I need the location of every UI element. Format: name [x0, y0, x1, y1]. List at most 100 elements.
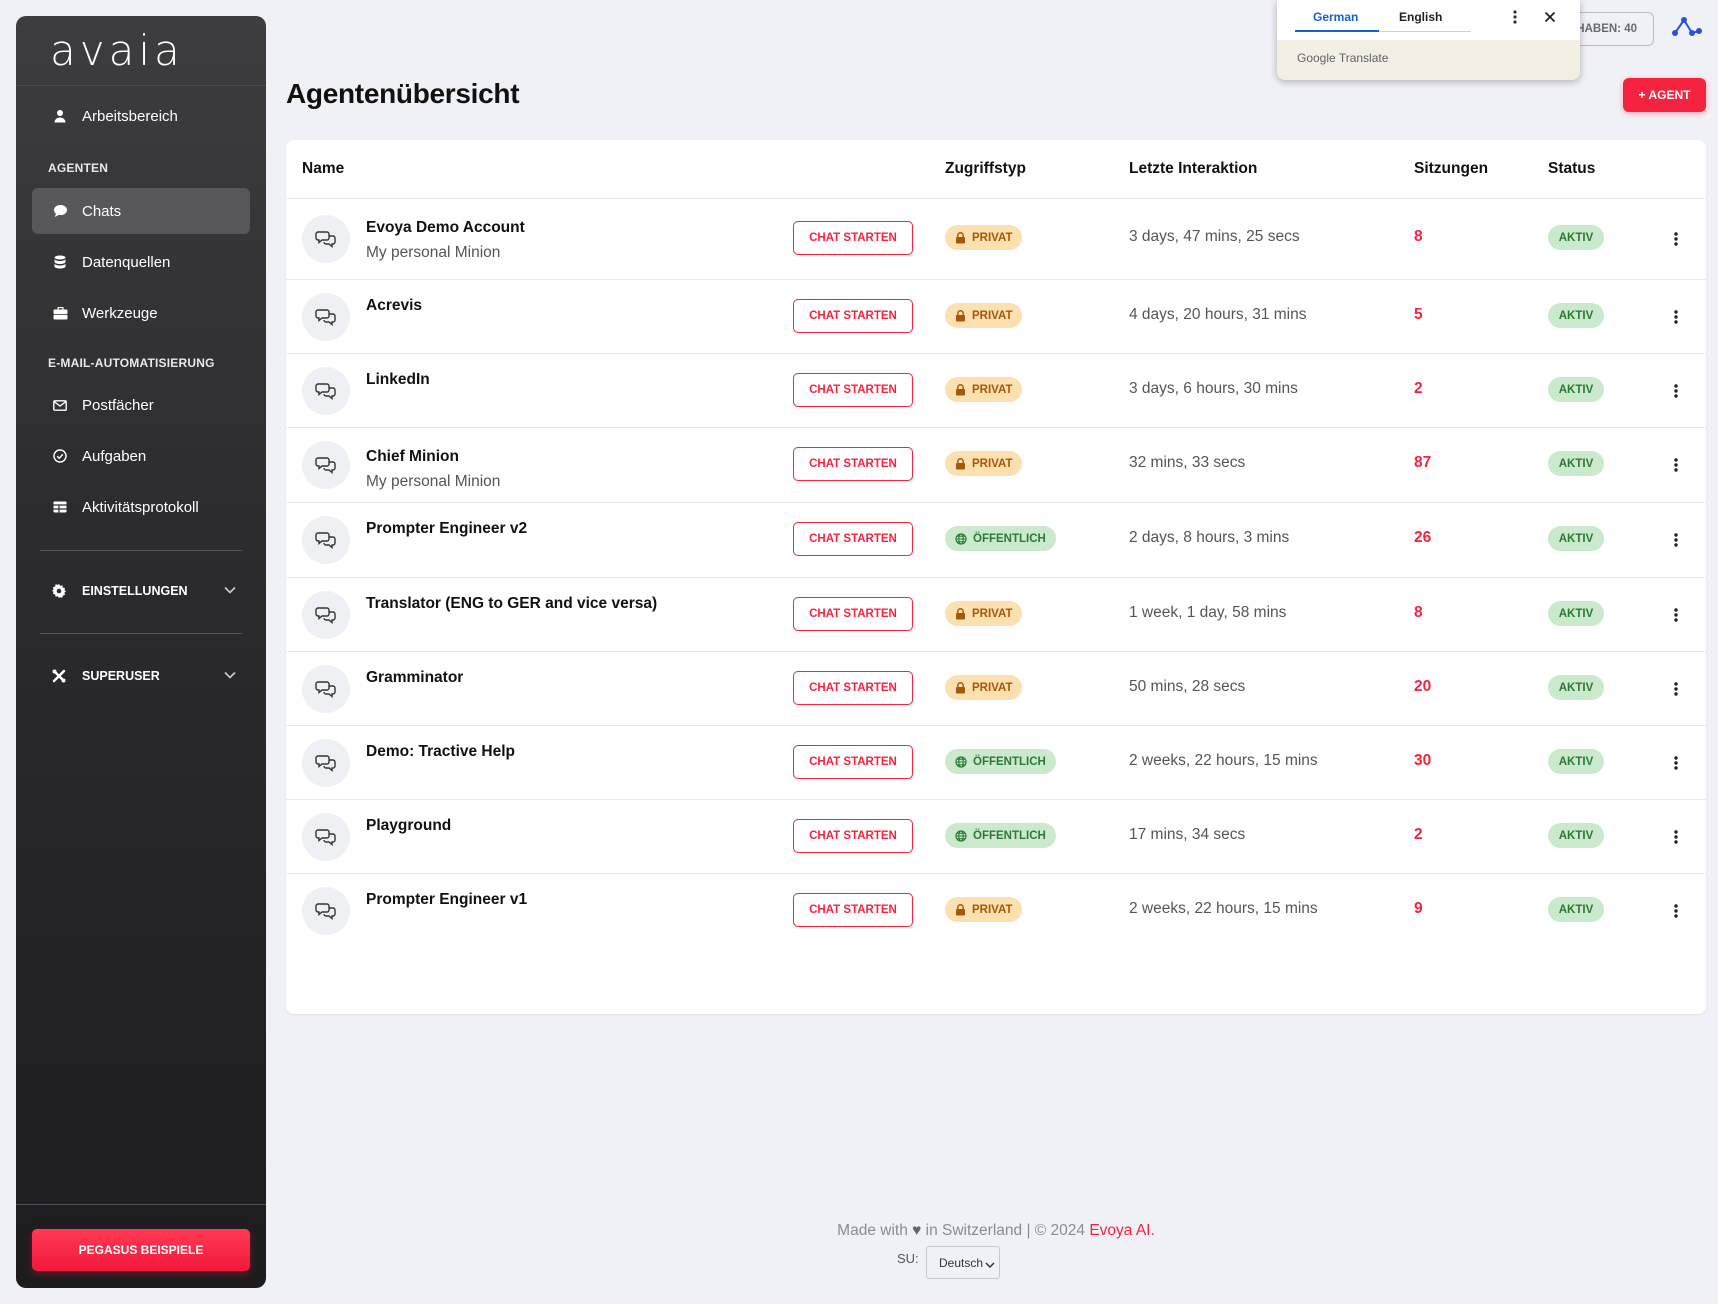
- start-chat-button[interactable]: CHAT STARTEN: [793, 299, 913, 333]
- table-row[interactable]: Translator (ENG to GER and vice versa) C…: [286, 577, 1706, 651]
- sidebar-item-chats[interactable]: Chats: [32, 188, 250, 234]
- access-type-label: ÖFFENTLICH: [973, 829, 1046, 842]
- table-row[interactable]: Evoya Demo Account My personal Minion CH…: [286, 198, 1706, 279]
- sidebar-group-settings[interactable]: EINSTELLUNGEN: [32, 571, 250, 611]
- sidebar-divider: [40, 633, 242, 634]
- sidebar-item-datasources[interactable]: Datenquellen: [32, 239, 250, 285]
- chevron-down-icon: [224, 583, 236, 597]
- access-type-label: PRIVAT: [972, 903, 1013, 916]
- sidebar-item-workspace[interactable]: Arbeitsbereich: [32, 93, 250, 139]
- agent-name[interactable]: Evoya Demo Account: [366, 219, 525, 237]
- sidebar-item-mailboxes[interactable]: Postfächer: [32, 382, 250, 428]
- chat-bubbles-icon: [315, 530, 337, 550]
- more-vertical-icon[interactable]: [1666, 307, 1686, 327]
- lock-icon: [955, 903, 966, 916]
- footer: Made with ♥ in Switzerland | © 2024 Evoy…: [286, 1222, 1706, 1240]
- last-interaction: 3 days, 6 hours, 30 mins: [1129, 380, 1298, 397]
- tab-german[interactable]: German: [1313, 10, 1358, 24]
- agent-name[interactable]: Acrevis: [366, 297, 422, 315]
- column-header-status[interactable]: Status: [1548, 160, 1595, 178]
- agent-description: My personal Minion: [366, 473, 501, 490]
- footer-brand-link[interactable]: Evoya AI: [1089, 1222, 1150, 1239]
- table-row[interactable]: Prompter Engineer v1 CHAT STARTEN PRIVAT…: [286, 873, 1706, 948]
- envelope-icon: [52, 397, 68, 413]
- start-chat-button[interactable]: CHAT STARTEN: [793, 221, 913, 255]
- agent-name[interactable]: LinkedIn: [366, 371, 430, 389]
- chat-bubbles-icon: [315, 605, 337, 625]
- chat-bubbles-icon: [315, 307, 337, 327]
- status-badge: AKTIV: [1548, 377, 1604, 402]
- start-chat-button[interactable]: CHAT STARTEN: [793, 373, 913, 407]
- agent-name[interactable]: Playground: [366, 817, 451, 835]
- sidebar-item-tasks[interactable]: Aufgaben: [32, 433, 250, 479]
- chat-bubble-icon: [52, 203, 68, 219]
- agent-avatar: [302, 665, 350, 713]
- chat-bubbles-icon: [315, 827, 337, 847]
- more-vertical-icon[interactable]: [1666, 455, 1686, 475]
- tab-english[interactable]: English: [1399, 10, 1442, 24]
- start-chat-button[interactable]: CHAT STARTEN: [793, 819, 913, 853]
- table-row[interactable]: Demo: Tractive Help CHAT STARTEN ÖFFENTL…: [286, 725, 1706, 799]
- user-icon: [52, 108, 68, 124]
- translate-header: German English: [1277, 0, 1580, 40]
- more-vertical-icon[interactable]: [1666, 381, 1686, 401]
- table-row[interactable]: LinkedIn CHAT STARTEN PRIVAT 3 days, 6 h…: [286, 353, 1706, 427]
- more-vertical-icon[interactable]: [1666, 530, 1686, 550]
- network-icon[interactable]: [1670, 14, 1704, 49]
- lock-icon: [955, 309, 966, 322]
- access-type-badge: ÖFFENTLICH: [945, 823, 1056, 848]
- start-chat-button[interactable]: CHAT STARTEN: [793, 522, 913, 556]
- column-header-last-interaction[interactable]: Letzte Interaktion: [1129, 160, 1257, 178]
- sidebar-item-tools[interactable]: Werkzeuge: [32, 290, 250, 336]
- session-count: 87: [1414, 454, 1432, 471]
- close-icon[interactable]: [1541, 8, 1559, 31]
- access-type-badge: PRIVAT: [945, 377, 1023, 402]
- more-vertical-icon[interactable]: [1666, 229, 1686, 249]
- table-row[interactable]: Acrevis CHAT STARTEN PRIVAT 4 days, 20 h…: [286, 279, 1706, 353]
- agent-avatar: [302, 367, 350, 415]
- column-header-access[interactable]: Zugriffstyp: [945, 160, 1026, 178]
- agent-avatar: [302, 591, 350, 639]
- more-vertical-icon[interactable]: [1666, 605, 1686, 625]
- agent-name[interactable]: Chief Minion: [366, 448, 459, 466]
- status-badge: AKTIV: [1548, 897, 1604, 922]
- sidebar-item-label: Datenquellen: [82, 253, 171, 271]
- column-header-name[interactable]: Name: [302, 160, 344, 178]
- more-vertical-icon[interactable]: [1666, 753, 1686, 773]
- table-row[interactable]: Chief Minion My personal Minion CHAT STA…: [286, 427, 1706, 502]
- start-chat-button[interactable]: CHAT STARTEN: [793, 597, 913, 631]
- sidebar-item-activitylog[interactable]: Aktivitätsprotokoll: [32, 484, 250, 530]
- table-row[interactable]: Gramminator CHAT STARTEN PRIVAT 50 mins,…: [286, 651, 1706, 725]
- logo[interactable]: avaia: [16, 16, 266, 86]
- more-vertical-icon[interactable]: [1666, 901, 1686, 921]
- sidebar-group-superuser[interactable]: SUPERUSER: [32, 656, 250, 696]
- more-vertical-icon[interactable]: [1666, 679, 1686, 699]
- start-chat-button[interactable]: CHAT STARTEN: [793, 447, 913, 481]
- agent-name[interactable]: Demo: Tractive Help: [366, 743, 515, 761]
- add-agent-button[interactable]: + AGENT: [1623, 78, 1706, 112]
- agent-name[interactable]: Prompter Engineer v1: [366, 891, 527, 909]
- chat-bubbles-icon: [315, 455, 337, 475]
- check-circle-icon: [52, 448, 68, 464]
- table-row[interactable]: Playground CHAT STARTEN ÖFFENTLICH 17 mi…: [286, 799, 1706, 873]
- status-badge: AKTIV: [1548, 451, 1604, 476]
- language-select[interactable]: Deutsch: [926, 1246, 1000, 1279]
- agent-name[interactable]: Translator (ENG to GER and vice versa): [366, 595, 657, 613]
- agent-avatar: [302, 516, 350, 564]
- session-count: 8: [1414, 228, 1423, 245]
- agent-avatar: [302, 215, 350, 263]
- logo-text: avaia: [50, 26, 184, 75]
- start-chat-button[interactable]: CHAT STARTEN: [793, 745, 913, 779]
- more-vertical-icon[interactable]: [1509, 8, 1521, 31]
- agent-name[interactable]: Gramminator: [366, 669, 463, 687]
- sidebar-item-label: Postfächer: [82, 396, 154, 414]
- session-count: 8: [1414, 604, 1423, 621]
- agent-name[interactable]: Prompter Engineer v2: [366, 520, 527, 538]
- start-chat-button[interactable]: CHAT STARTEN: [793, 671, 913, 705]
- last-interaction: 32 mins, 33 secs: [1129, 454, 1246, 471]
- column-header-sessions[interactable]: Sitzungen: [1414, 160, 1488, 178]
- more-vertical-icon[interactable]: [1666, 827, 1686, 847]
- table-row[interactable]: Prompter Engineer v2 CHAT STARTEN ÖFFENT…: [286, 502, 1706, 577]
- start-chat-button[interactable]: CHAT STARTEN: [793, 893, 913, 927]
- pegasus-examples-button[interactable]: PEGASUS BEISPIELE: [32, 1229, 250, 1271]
